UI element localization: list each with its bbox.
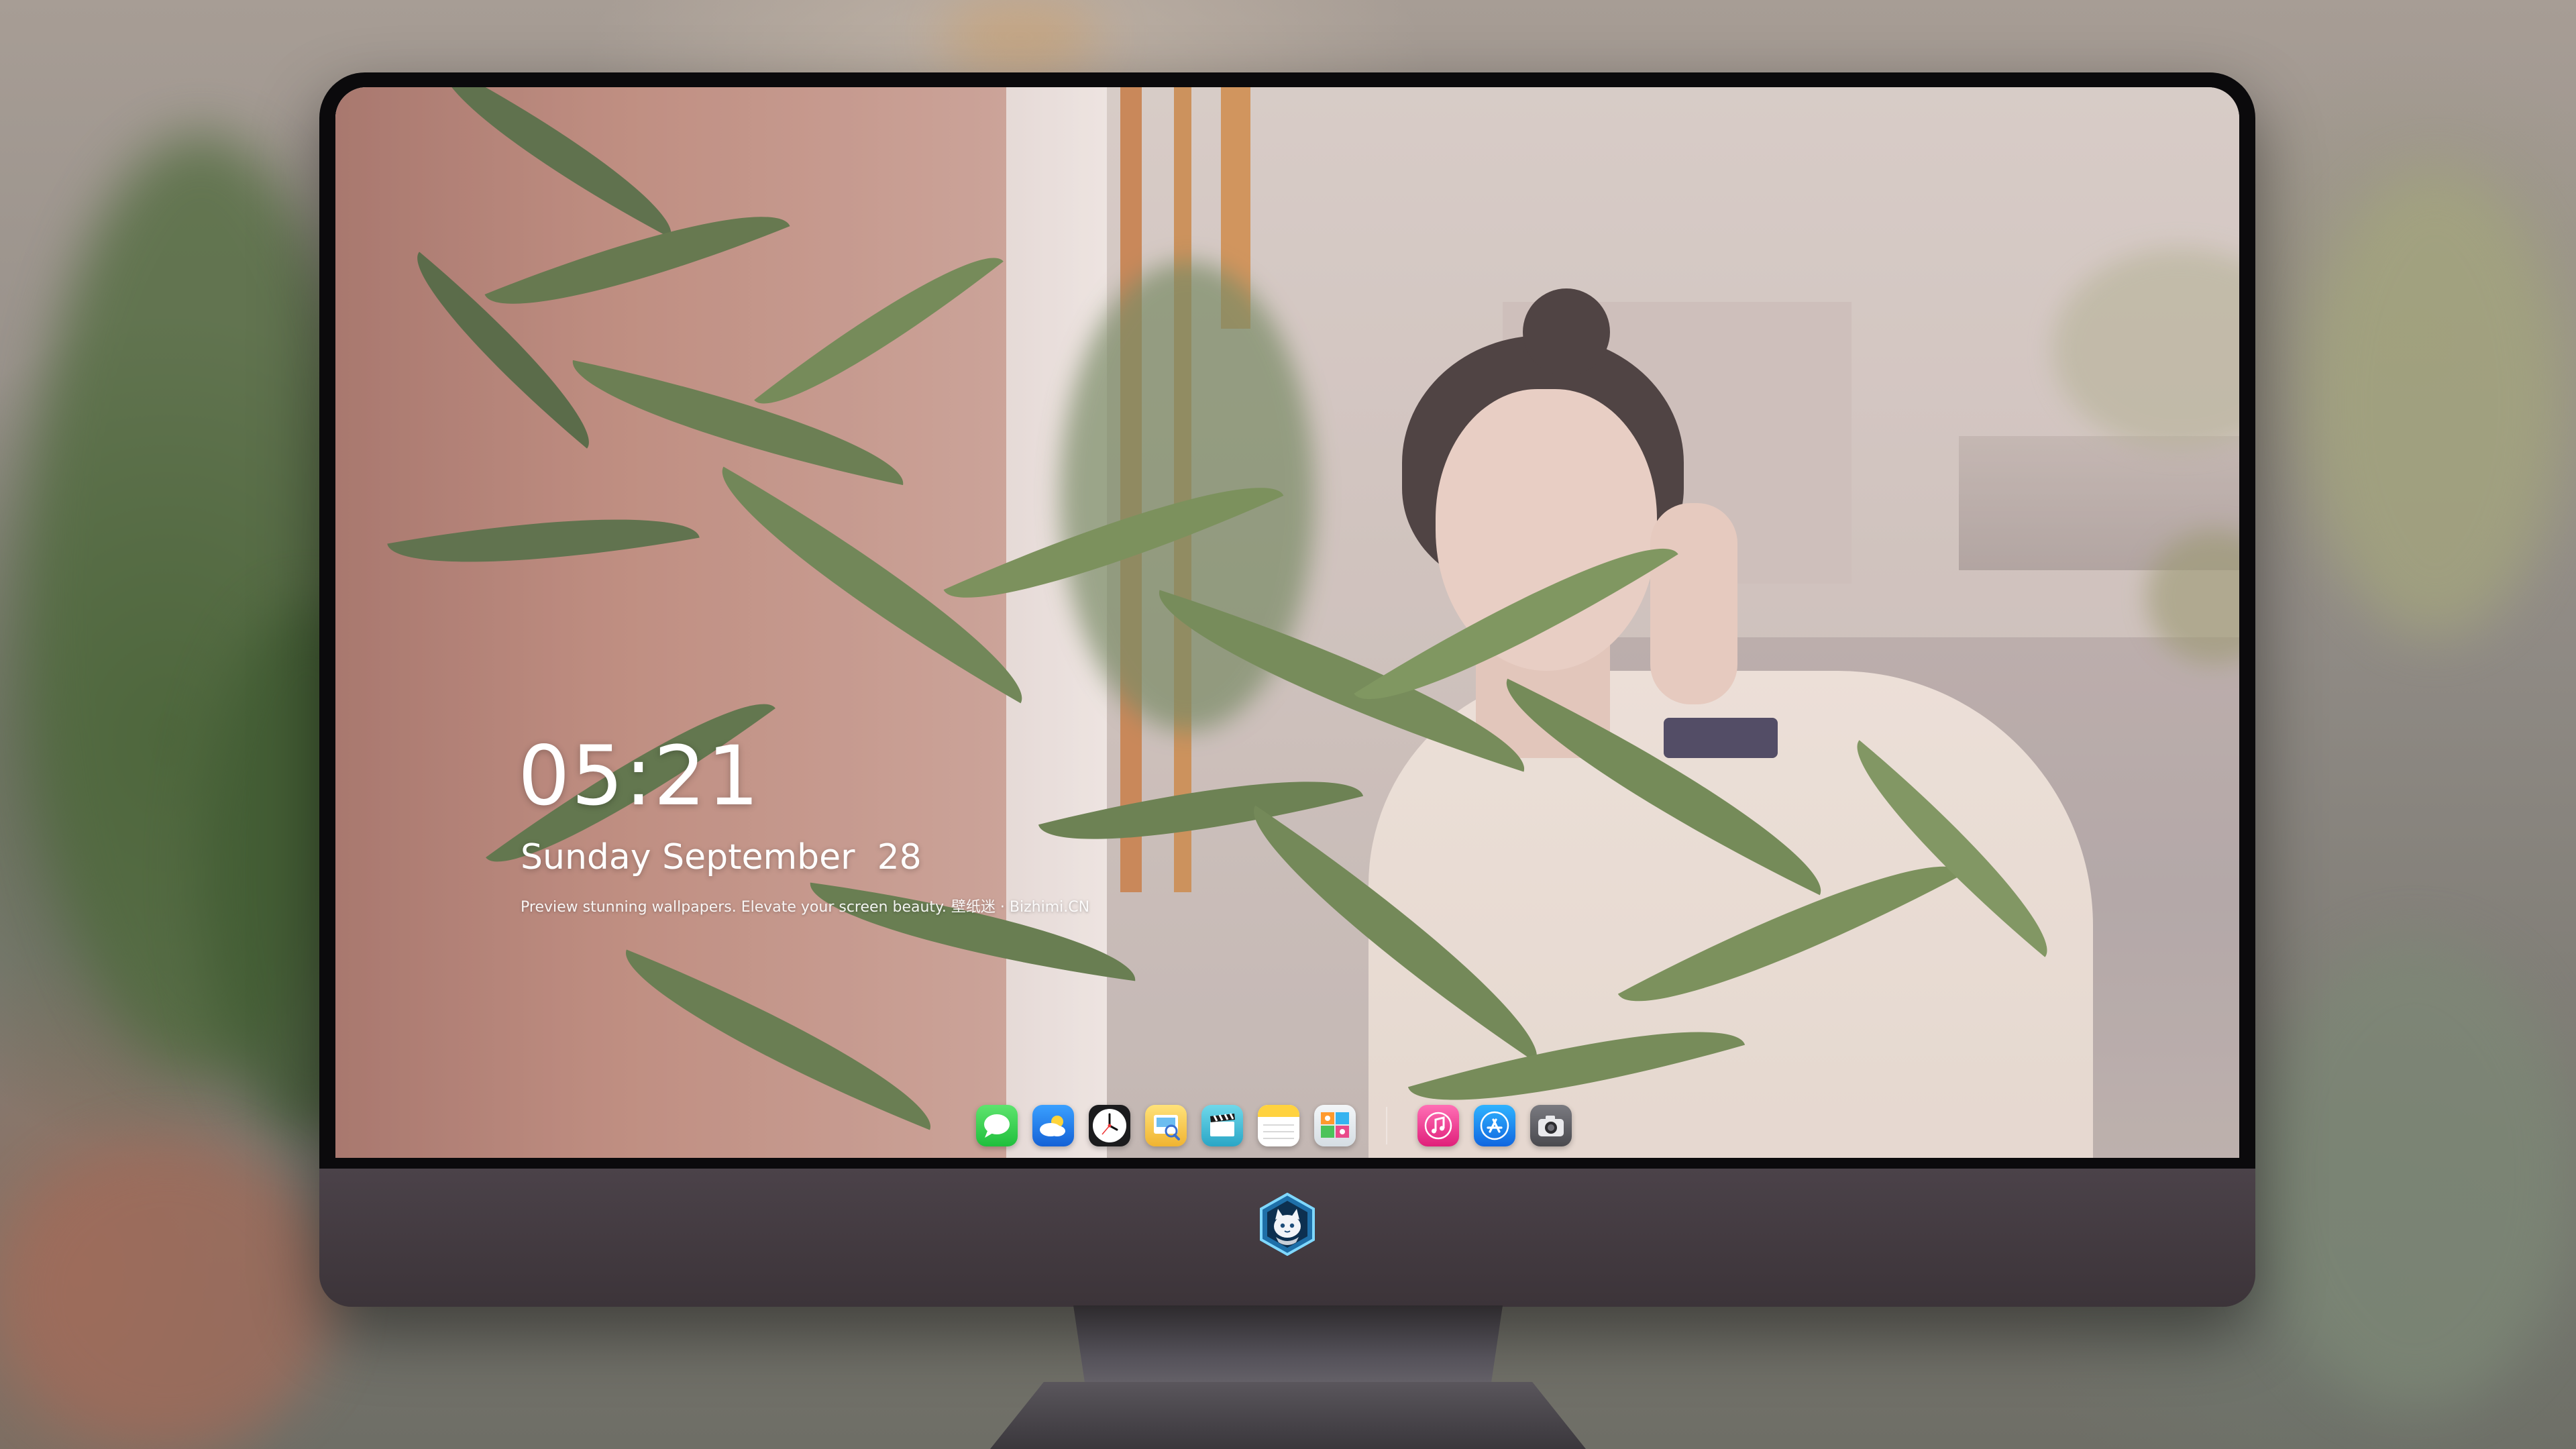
wallpaper-wash [335, 87, 2239, 1158]
clapperboard-icon[interactable] [1201, 1105, 1243, 1146]
background-foliage [0, 1140, 335, 1449]
photo-booth-icon[interactable] [1314, 1105, 1356, 1146]
cat-mascot-logo-icon [1256, 1192, 1319, 1256]
background-foliage [939, 0, 1100, 74]
messages-icon[interactable] [976, 1105, 1018, 1146]
notes-icon[interactable] [1258, 1105, 1299, 1146]
preview-icon[interactable] [1145, 1105, 1187, 1146]
app-store-icon[interactable] [1474, 1105, 1515, 1146]
lock-screen: 05:21 Sunday September 28 Preview stunni… [335, 87, 2239, 1158]
monitor: 05:21 Sunday September 28 Preview stunni… [319, 72, 2255, 1307]
weather-icon[interactable] [1032, 1105, 1074, 1146]
music-icon[interactable] [1417, 1105, 1459, 1146]
lock-clock: 05:21 [518, 729, 761, 824]
dock [969, 1096, 1579, 1155]
camera-icon[interactable] [1530, 1105, 1572, 1146]
monitor-stand-neck [1073, 1305, 1503, 1393]
monitor-chin [319, 1169, 2255, 1307]
lock-tagline: Preview stunning wallpapers. Elevate you… [521, 899, 1090, 916]
lock-date: Sunday September 28 [521, 837, 922, 877]
monitor-stand-base [990, 1382, 1586, 1449]
dock-separator [1386, 1107, 1387, 1144]
clock-icon[interactable] [1089, 1105, 1130, 1146]
background-foliage [2308, 168, 2563, 637]
background-foliage [2254, 939, 2576, 1409]
